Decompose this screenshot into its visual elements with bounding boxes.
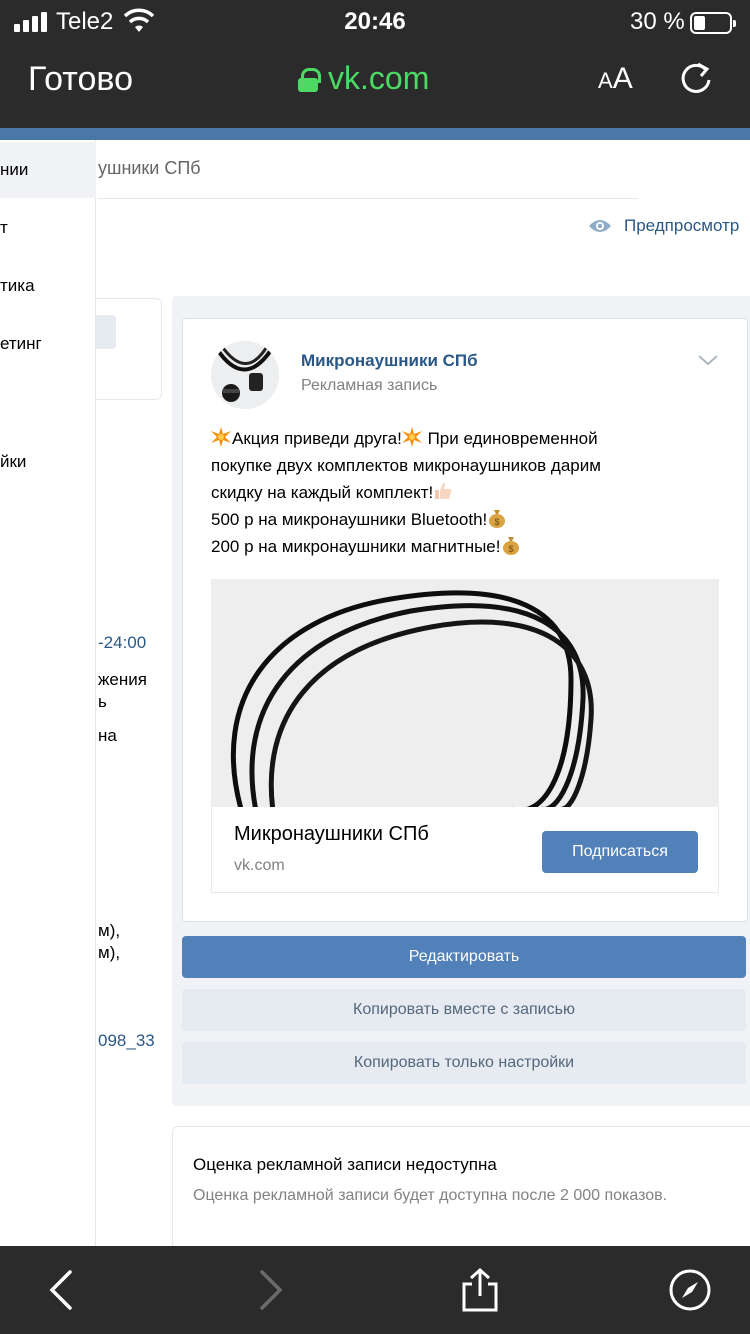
- snippet-title: Микронаушники СПб: [234, 823, 429, 845]
- forward-icon[interactable]: [248, 1268, 292, 1312]
- campaign-name: ушники СПб: [98, 158, 201, 178]
- collision-emoji-icon: [401, 427, 422, 447]
- share-icon[interactable]: [458, 1268, 502, 1312]
- subscribe-button[interactable]: Подписаться: [542, 831, 698, 873]
- browser-nav: Готово vk.com AA: [0, 58, 750, 106]
- reload-icon[interactable]: [676, 58, 716, 98]
- avatar[interactable]: [211, 341, 279, 409]
- battery-icon: [690, 12, 736, 34]
- browser-top-bar: Tele2 20:46 30 % Готово vk.com AA: [0, 0, 750, 128]
- edit-button[interactable]: Редактировать: [182, 936, 746, 978]
- svg-text:$: $: [508, 544, 513, 554]
- ad-post: Микронаушники СПб Рекламная запись Акция…: [182, 318, 748, 922]
- preview-label: Предпросмотр: [624, 216, 740, 235]
- rating-title: Оценка рекламной записи недоступна: [193, 1155, 497, 1174]
- sidebar-item-5[interactable]: йки: [0, 434, 96, 490]
- url-text: vk.com: [328, 60, 430, 96]
- compass-icon[interactable]: [668, 1268, 712, 1312]
- post-image[interactable]: [211, 579, 719, 807]
- post-line-1b: При единовременной: [422, 429, 598, 448]
- post-line-4: 500 р на микронаушники Bluetooth!: [211, 510, 488, 529]
- left-text-4: м),: [98, 921, 121, 940]
- sidebar-item-1[interactable]: нии: [0, 142, 96, 198]
- left-text-2: ь: [98, 692, 107, 711]
- battery-percent: 30 %: [630, 8, 685, 35]
- text-size-button[interactable]: AA: [598, 62, 633, 96]
- money-bag-emoji-icon: $: [489, 510, 506, 528]
- svg-text:$: $: [495, 517, 500, 527]
- sidebar-item-4[interactable]: етинг: [0, 316, 96, 372]
- address-bar[interactable]: vk.com: [298, 60, 429, 97]
- browser-toolbar: [0, 1246, 750, 1334]
- left-card-button[interactable]: [96, 315, 116, 349]
- left-text-3: на: [98, 726, 117, 745]
- sidebar-menu: нии т тика етинг йки: [0, 140, 96, 1246]
- copy-settings-button[interactable]: Копировать только настройки: [182, 1042, 746, 1084]
- left-text-1: жения: [98, 670, 147, 689]
- post-line-5: 200 р на микронаушники магнитные!: [211, 537, 501, 556]
- left-text-5: м),: [98, 943, 121, 962]
- lock-icon: [298, 67, 321, 92]
- vk-header-strip: [0, 128, 750, 140]
- id-link[interactable]: 098_33: [98, 1031, 155, 1051]
- preview-link[interactable]: Предпросмотр: [588, 216, 739, 236]
- link-snippet[interactable]: Микронаушники СПб vk.com Подписаться: [211, 807, 719, 893]
- divider: [98, 198, 638, 199]
- snippet-domain: vk.com: [234, 857, 285, 874]
- post-text: Акция приведи друга! При единовременной …: [211, 425, 731, 560]
- back-icon[interactable]: [40, 1268, 84, 1312]
- status-bar: Tele2 20:46 30 %: [0, 6, 750, 36]
- post-line-3: скидку на каждый комплект!: [211, 483, 434, 502]
- left-card: [96, 298, 162, 400]
- rating-text: Оценка рекламной записи будет доступна п…: [193, 1187, 668, 1204]
- collision-emoji-icon: [211, 427, 231, 447]
- sidebar-item-3[interactable]: тика: [0, 258, 96, 314]
- eye-icon: [589, 220, 611, 232]
- money-bag-emoji-icon: $: [502, 537, 519, 555]
- post-line-1a: Акция приведи друга!: [232, 429, 402, 448]
- thumbs-up-emoji-icon: [435, 482, 452, 499]
- time-range-link[interactable]: -24:00: [98, 633, 146, 653]
- post-line-2: покупке двух комплектов микронаушников д…: [211, 456, 601, 475]
- post-subtitle: Рекламная запись: [301, 377, 438, 394]
- done-button[interactable]: Готово: [28, 60, 133, 99]
- post-author-link[interactable]: Микронаушники СПб: [301, 351, 478, 371]
- copy-with-post-button[interactable]: Копировать вместе с записью: [182, 989, 746, 1031]
- chevron-down-icon[interactable]: [697, 353, 719, 367]
- page-content: ушники СПб Предпросмотр -24:00 жения ь н…: [0, 128, 750, 1246]
- sidebar-item-2[interactable]: т: [0, 200, 96, 256]
- rating-card: Оценка рекламной записи недоступна Оценк…: [172, 1126, 750, 1246]
